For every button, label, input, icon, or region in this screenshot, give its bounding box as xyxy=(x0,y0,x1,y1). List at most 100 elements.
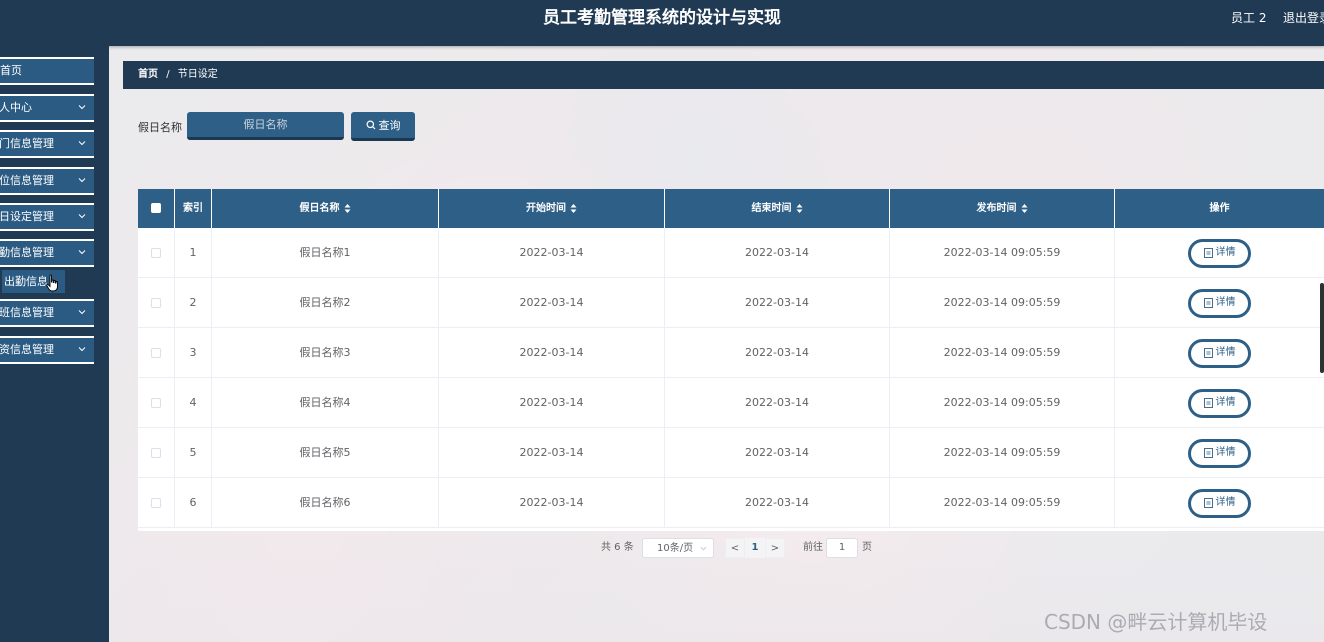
cell-publish-time: 2022-03-14 09:05:59 xyxy=(890,478,1115,528)
chevron-down-icon xyxy=(78,105,86,110)
row-checkbox[interactable] xyxy=(151,248,161,258)
chevron-down-icon xyxy=(78,347,86,352)
cell-index: 5 xyxy=(175,428,212,478)
cell-end-time: 2022-03-14 xyxy=(665,228,890,278)
row-select-cell xyxy=(138,278,175,328)
cell-start-time: 2022-03-14 xyxy=(439,378,665,428)
detail-button[interactable]: 详情 xyxy=(1188,488,1251,518)
page-size-select[interactable]: 10条/页 xyxy=(642,538,714,558)
sidebar-item-label: 工资信息管理 xyxy=(0,343,54,356)
cell-holiday-name: 假日名称2 xyxy=(212,278,439,328)
table-row: 1 假日名称1 2022-03-14 2022-03-14 2022-03-14… xyxy=(138,228,1324,278)
chevron-down-icon xyxy=(78,141,86,146)
header-start-time[interactable]: 开始时间 xyxy=(439,189,665,228)
detail-button[interactable]: 详情 xyxy=(1188,438,1251,468)
sidebar-item-label: 考勤信息管理 xyxy=(0,246,54,259)
logout-link[interactable]: 退出登录 xyxy=(1283,0,1324,36)
table-row: 6 假日名称6 2022-03-14 2022-03-14 2022-03-14… xyxy=(138,478,1324,528)
cell-holiday-name: 假日名称1 xyxy=(212,228,439,278)
cell-holiday-name: 假日名称6 xyxy=(212,478,439,528)
cell-index: 3 xyxy=(175,328,212,378)
row-select-cell xyxy=(138,328,175,378)
sidebar-item-position[interactable]: 岗位信息管理 xyxy=(0,167,94,195)
sidebar-item-home[interactable]: 首页 xyxy=(0,57,94,85)
sort-icon xyxy=(1021,203,1027,213)
sidebar-item-label: 加班信息管理 xyxy=(0,306,54,319)
sidebar-item-label: 岗位信息管理 xyxy=(0,174,54,187)
document-icon xyxy=(1203,348,1213,358)
row-checkbox[interactable] xyxy=(151,398,161,408)
detail-button[interactable]: 详情 xyxy=(1188,338,1251,368)
cell-publish-time: 2022-03-14 09:05:59 xyxy=(890,228,1115,278)
table-row: 3 假日名称3 2022-03-14 2022-03-14 2022-03-14… xyxy=(138,328,1324,378)
sidebar-item-label: 部门信息管理 xyxy=(0,137,54,150)
hand-cursor-icon xyxy=(46,274,58,292)
cell-action: 详情 xyxy=(1115,428,1324,478)
next-page-button[interactable]: > xyxy=(765,538,785,558)
cell-start-time: 2022-03-14 xyxy=(439,278,665,328)
detail-button-label: 详情 xyxy=(1215,397,1236,408)
cell-action: 详情 xyxy=(1115,278,1324,328)
detail-button-label: 详情 xyxy=(1215,497,1236,508)
select-all-checkbox[interactable] xyxy=(151,203,161,213)
header-label: 假日名称 xyxy=(299,203,340,214)
search-button[interactable]: 查询 xyxy=(351,112,415,141)
chevron-down-icon xyxy=(700,546,707,551)
chevron-down-icon xyxy=(78,250,86,255)
cell-end-time: 2022-03-14 xyxy=(665,478,890,528)
cell-holiday-name: 假日名称5 xyxy=(212,428,439,478)
header-publish-time[interactable]: 发布时间 xyxy=(890,189,1115,228)
cell-index: 6 xyxy=(175,478,212,528)
cell-index: 2 xyxy=(175,278,212,328)
holiday-name-search-input[interactable] xyxy=(187,112,344,140)
top-bar: 员工考勤管理系统的设计与实现 员工 2 退出登录 xyxy=(0,0,1324,46)
page-number-current[interactable]: 1 xyxy=(745,538,765,558)
cell-action: 详情 xyxy=(1115,478,1324,528)
cell-index: 1 xyxy=(175,228,212,278)
document-icon xyxy=(1203,448,1213,458)
prev-page-button[interactable]: < xyxy=(725,538,745,558)
detail-button-label: 详情 xyxy=(1215,347,1236,358)
sidebar-item-label: 节日设定管理 xyxy=(0,210,54,223)
sidebar-item-attendance[interactable]: 考勤信息管理 xyxy=(0,239,94,267)
holiday-table: 索引 假日名称 开始时间 结束时间 发布时间 操作 1 假日名称1 2022-0… xyxy=(138,189,1324,531)
sidebar-item-personal-center[interactable]: 个人中心 xyxy=(0,94,94,122)
search-button-label: 查询 xyxy=(378,119,401,132)
cell-start-time: 2022-03-14 xyxy=(439,428,665,478)
app-title: 员工考勤管理系统的设计与实现 xyxy=(543,8,781,28)
search-icon xyxy=(366,120,375,130)
cell-end-time: 2022-03-14 xyxy=(665,428,890,478)
cell-end-time: 2022-03-14 xyxy=(665,328,890,378)
header-action: 操作 xyxy=(1209,203,1230,214)
goto-page-input[interactable] xyxy=(826,538,858,558)
sidebar-item-holiday[interactable]: 节日设定管理 xyxy=(0,203,94,231)
detail-button[interactable]: 详情 xyxy=(1188,388,1251,418)
cell-start-time: 2022-03-14 xyxy=(439,228,665,278)
breadcrumb-home[interactable]: 首页 xyxy=(138,69,158,80)
goto-label: 前往 xyxy=(803,542,823,553)
header-holiday-name[interactable]: 假日名称 xyxy=(212,189,439,228)
sidebar-item-salary[interactable]: 工资信息管理 xyxy=(0,336,94,364)
sidebar-item-department[interactable]: 部门信息管理 xyxy=(0,130,94,158)
table-row: 5 假日名称5 2022-03-14 2022-03-14 2022-03-14… xyxy=(138,428,1324,478)
cell-index: 4 xyxy=(175,378,212,428)
table-header: 索引 假日名称 开始时间 结束时间 发布时间 操作 xyxy=(138,189,1324,228)
row-checkbox[interactable] xyxy=(151,348,161,358)
sort-icon xyxy=(796,203,802,213)
cell-holiday-name: 假日名称3 xyxy=(212,328,439,378)
row-checkbox[interactable] xyxy=(151,298,161,308)
cell-publish-time: 2022-03-14 09:05:59 xyxy=(890,328,1115,378)
detail-button-label: 详情 xyxy=(1215,247,1236,258)
row-checkbox[interactable] xyxy=(151,498,161,508)
cell-end-time: 2022-03-14 xyxy=(665,378,890,428)
header-end-time[interactable]: 结束时间 xyxy=(665,189,890,228)
watermark-text: CSDN @畔云计算机毕设 xyxy=(1044,610,1268,634)
row-select-cell xyxy=(138,228,175,278)
sidebar-item-overtime[interactable]: 加班信息管理 xyxy=(0,299,94,327)
detail-button[interactable]: 详情 xyxy=(1188,288,1251,318)
scrollbar[interactable] xyxy=(1320,283,1324,373)
table-row: 4 假日名称4 2022-03-14 2022-03-14 2022-03-14… xyxy=(138,378,1324,428)
row-checkbox[interactable] xyxy=(151,448,161,458)
detail-button[interactable]: 详情 xyxy=(1188,238,1251,268)
cell-holiday-name: 假日名称4 xyxy=(212,378,439,428)
